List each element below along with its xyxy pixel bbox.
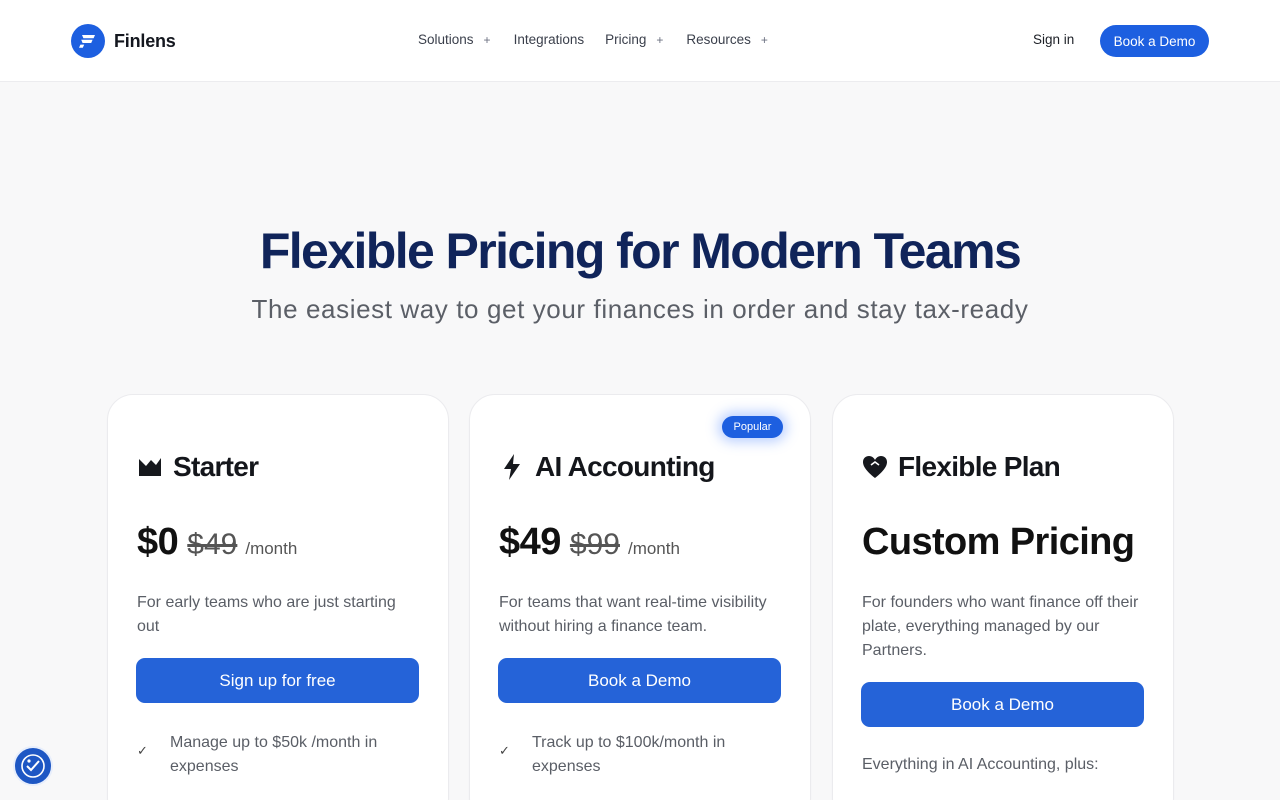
check-icon: ✓ xyxy=(499,743,510,758)
price-period: /month xyxy=(245,539,298,558)
plan-name: AI Accounting xyxy=(535,451,715,482)
price-period: /month xyxy=(627,539,680,558)
plan-card-ai-accounting: Popular AI Accounting $49 $99 /month For… xyxy=(469,394,811,800)
plan-name: Flexible Plan xyxy=(898,451,1061,482)
finlens-logo-icon xyxy=(71,24,105,58)
heart-icon xyxy=(862,454,888,480)
nav-links: Solutions + Integrations Pricing + Resou… xyxy=(418,32,768,47)
nav-resources-label: Resources xyxy=(686,32,751,47)
nav-solutions-label: Solutions xyxy=(418,32,474,47)
price: $49 xyxy=(499,521,561,563)
price-row: $49 $99 /month xyxy=(499,521,680,564)
feature-item: ✓ Manage up to $50k /month in expenses xyxy=(137,731,400,779)
plan-description: For teams that want real-time visibility… xyxy=(499,594,767,635)
plus-icon: + xyxy=(483,32,491,47)
old-price: $99 xyxy=(569,528,620,561)
plan-card-flexible: Flexible Plan Custom Pricing For founder… xyxy=(832,394,1174,800)
plan-description: For founders who want finance off their … xyxy=(862,594,1139,659)
sign-up-button[interactable]: Sign up for free xyxy=(136,658,419,703)
brand-name: Finlens xyxy=(114,30,176,51)
nav-integrations-label: Integrations xyxy=(513,32,585,47)
nav-resources[interactable]: Resources + xyxy=(686,32,768,47)
plan-description: For early teams who are just starting ou… xyxy=(137,594,396,635)
nav-pricing-label: Pricing xyxy=(605,32,647,47)
check-icon: ✓ xyxy=(137,743,148,758)
page-title: Flexible Pricing for Modern Teams xyxy=(259,223,1022,279)
book-demo-button[interactable]: Book a Demo xyxy=(1100,25,1209,57)
feature-item: ✓ Track up to $100k/month in expenses xyxy=(499,731,762,779)
custom-price: Custom Pricing xyxy=(862,521,1135,563)
book-demo-button[interactable]: Book a Demo xyxy=(861,682,1144,727)
plus-icon: + xyxy=(760,32,768,47)
accessibility-icon xyxy=(21,754,45,778)
accessibility-widget-button[interactable] xyxy=(13,746,53,786)
nav-pricing[interactable]: Pricing + xyxy=(605,32,663,47)
sign-in-link[interactable]: Sign in xyxy=(1033,32,1074,47)
old-price: $49 xyxy=(187,528,238,561)
nav-solutions[interactable]: Solutions + xyxy=(418,32,491,47)
popular-badge: Popular xyxy=(722,416,783,438)
plan-header: Starter xyxy=(137,451,259,483)
plan-header: AI Accounting xyxy=(499,451,715,483)
book-demo-button[interactable]: Book a Demo xyxy=(498,658,781,703)
plan-header: Flexible Plan xyxy=(862,451,1061,483)
plan-name: Starter xyxy=(173,451,259,482)
lightning-icon xyxy=(499,454,525,480)
brand[interactable]: Finlens xyxy=(71,24,176,58)
starter-flag-icon xyxy=(137,454,163,480)
page-subtitle: The easiest way to get your finances in … xyxy=(251,294,1029,324)
feature-text: Track up to $100k/month in expenses xyxy=(532,734,726,775)
nav-integrations[interactable]: Integrations xyxy=(514,32,585,47)
plus-icon: + xyxy=(656,32,664,47)
plan-card-starter: Starter $0 $49 /month For early teams wh… xyxy=(107,394,449,800)
price: $0 xyxy=(137,521,179,563)
plus-features-heading: Everything in AI Accounting, plus: xyxy=(862,756,1099,773)
price-row: $0 $49 /month xyxy=(137,521,297,564)
top-nav: Finlens Solutions + Integrations Pricing… xyxy=(0,0,1280,82)
feature-text: Manage up to $50k /month in expenses xyxy=(170,734,378,775)
